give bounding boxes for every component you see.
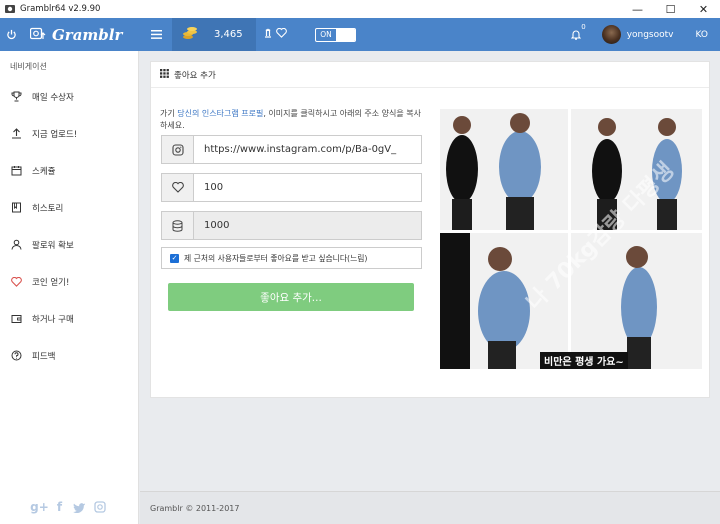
url-field[interactable]: https://www.instagram.com/p/Ba-0gV_ [161,135,422,164]
sidebar-item-feedback[interactable]: 피드백 [0,337,138,374]
instagram-icon [162,136,194,163]
instagram-icon[interactable] [93,500,107,514]
sidebar-item-label: 스케쥴 [32,166,56,177]
likes-field[interactable]: 100 [161,173,422,202]
social-links: g+ f [0,500,139,514]
sidebar-item-label: 히스토리 [32,203,64,214]
sidebar-item-label: 매일 수상자 [32,92,74,103]
trophy-icon [10,91,22,103]
close-button[interactable]: ✕ [687,0,720,18]
copyright-text: Gramblr © 2011-2017 [150,503,240,513]
window-title: Gramblr64 v2.9.90 [20,4,101,14]
top-navigation: Gramblr 3,465 ON 0 yongsootv KO [0,18,720,51]
checkbox-label: 제 근처의 사용자들로부터 좋아요를 받고 싶습니다(느림) [184,253,368,263]
heart-icon [10,276,22,288]
coins-field: 1000 [161,211,422,240]
maximize-button[interactable]: ☐ [654,0,687,18]
toggle-knob [336,28,355,41]
auto-toggle[interactable]: ON [315,27,356,42]
instruction-prefix: 가기 [160,109,178,118]
sidebar: 네비게이션 매일 수상자 지금 업로드! 스케쥴 히스토리 팔로워 확보 코인 … [0,51,139,524]
coin-count: 3,465 [214,29,243,40]
toggle-label: ON [320,30,332,39]
nearby-users-checkbox[interactable]: ✓ 제 근처의 사용자들로부터 좋아요를 받고 싶습니다(느림) [161,247,422,269]
upload-icon [10,128,22,140]
power-icon[interactable] [0,18,22,51]
coins-cost-value: 1000 [194,212,421,239]
username[interactable]: yongsootv [627,30,674,40]
coins-icon [182,26,198,43]
app-icon [4,3,16,15]
minimize-button[interactable]: — [621,0,654,18]
sidebar-item-label: 팔로워 확보 [32,240,74,251]
boost-icon[interactable] [264,28,272,41]
question-icon [10,350,22,362]
sidebar-item-label: 하거나 구매 [32,314,74,325]
logo-text: Gramblr [52,25,123,44]
post-preview-image: 나 70kg감량 다평생 비만은 평생 가요~ [440,109,702,369]
database-icon [162,212,194,239]
main-content: 좋아요 추가 가기 당신의 인스타그램 프로필, 이미지를 클릭하시고 아래의 … [140,51,720,491]
add-likes-panel: 좋아요 추가 가기 당신의 인스타그램 프로필, 이미지를 클릭하시고 아래의 … [150,61,710,398]
instructions: 가기 당신의 인스타그램 프로필, 이미지를 클릭하시고 아래의 주소 양식을 … [160,108,422,132]
logo: Gramblr [22,26,140,44]
camera-upload-icon [29,27,46,43]
twitter-icon[interactable] [73,500,87,514]
sidebar-item-followers[interactable]: 팔로워 확보 [0,226,138,263]
notification-count: 0 [581,23,586,31]
sidebar-item-label: 지금 업로드! [32,129,78,140]
likes-input[interactable]: 100 [194,174,421,201]
coin-balance: 3,465 [172,18,256,51]
sidebar-item-label: 피드백 [32,351,56,362]
language-selector[interactable]: KO [696,30,709,40]
book-icon [10,202,22,214]
checkbox-checked-icon[interactable]: ✓ [170,253,179,263]
instagram-profile-link[interactable]: 당신의 인스타그램 프로필 [177,109,263,118]
title-bar: Gramblr64 v2.9.90 — ☐ ✕ [0,0,720,18]
heart-outline-icon [162,174,194,201]
sidebar-item-get-coins[interactable]: 코인 얻기! [0,263,138,300]
facebook-icon[interactable]: f [53,500,67,514]
footer: Gramblr © 2011-2017 [140,491,720,524]
sidebar-item-buy[interactable]: 하거나 구매 [0,300,138,337]
sidebar-item-label: 코인 얻기! [32,277,70,288]
wallet-icon [10,313,22,325]
sidebar-item-daily-winners[interactable]: 매일 수상자 [0,78,138,115]
url-input[interactable]: https://www.instagram.com/p/Ba-0gV_ [194,136,421,163]
avatar[interactable] [601,25,621,44]
add-likes-button[interactable]: 좋아요 추가... [168,283,414,311]
sidebar-item-history[interactable]: 히스토리 [0,189,138,226]
bell-icon [570,30,581,40]
image-caption: 비만은 평생 가요~ [540,352,628,369]
calendar-icon [10,165,22,177]
sidebar-heading: 네비게이션 [10,62,47,71]
user-icon [10,239,22,251]
panel-title: 좋아요 추가 [174,70,216,81]
panel-header: 좋아요 추가 [151,62,709,88]
menu-icon[interactable] [140,18,172,51]
sidebar-item-upload[interactable]: 지금 업로드! [0,115,138,152]
heart-icon[interactable] [276,27,287,41]
sidebar-item-schedule[interactable]: 스케쥴 [0,152,138,189]
grid-icon [160,68,169,81]
notifications-button[interactable]: 0 [566,23,586,40]
google-plus-icon[interactable]: g+ [30,500,49,514]
